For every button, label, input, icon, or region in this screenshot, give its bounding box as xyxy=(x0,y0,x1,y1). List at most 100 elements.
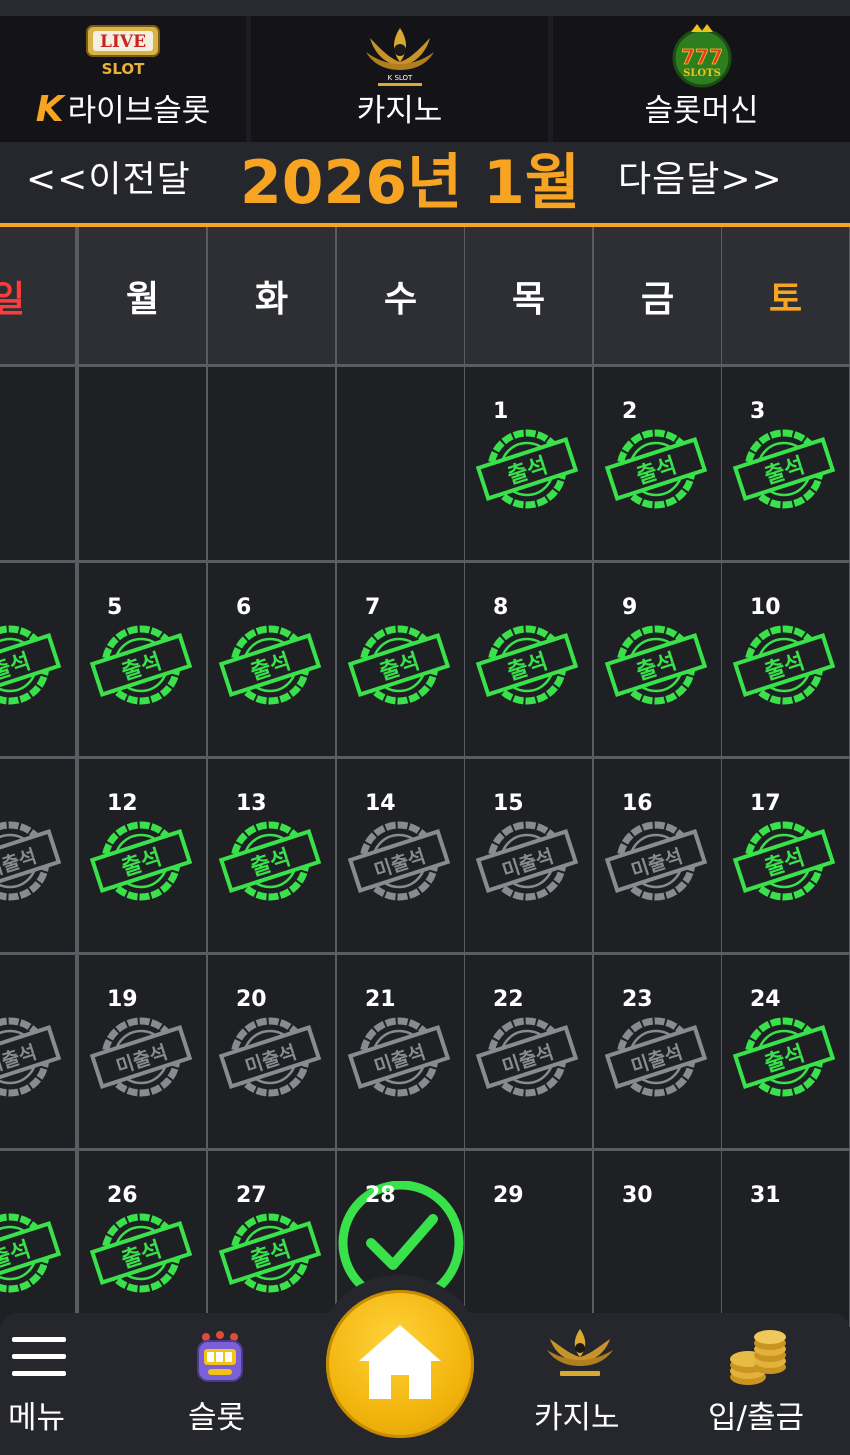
calendar-day-cell[interactable]: 출석25 xyxy=(0,1151,75,1327)
absent-stamp: 미출석 xyxy=(475,1017,579,1097)
day-number: 26 xyxy=(107,1183,138,1208)
attended-stamp: 출석 xyxy=(347,625,451,705)
day-number: 23 xyxy=(622,987,653,1012)
calendar-day-cell[interactable]: 출석 17 xyxy=(722,759,849,952)
absent-stamp: 미출석 xyxy=(0,1017,62,1097)
home-button[interactable] xyxy=(326,1290,474,1438)
day-number: 1 xyxy=(493,399,509,424)
nav-casino-label: 카지노 xyxy=(534,1400,620,1436)
gold-coins-icon xyxy=(726,1327,790,1393)
calendar-day-cell[interactable]: 미출석11 xyxy=(0,759,75,952)
calendar-day-cell[interactable]: 29 xyxy=(465,1151,592,1327)
absent-stamp: 미출석 xyxy=(347,1017,451,1097)
svg-text:K SLOT: K SLOT xyxy=(387,74,412,82)
day-number: 31 xyxy=(750,1183,781,1208)
tab-slot-machine[interactable]: 777 SLOTS 슬롯머신 xyxy=(553,16,850,142)
day-number: 30 xyxy=(622,1183,653,1208)
calendar-day-cell[interactable]: 미출석 16 xyxy=(594,759,721,952)
day-number: 8 xyxy=(493,595,509,620)
prev-month-button[interactable]: <<이전달 xyxy=(26,150,191,202)
attended-stamp: 출석 xyxy=(218,1213,322,1293)
nav-slot[interactable]: 슬롯 xyxy=(178,1313,260,1455)
calendar-day-cell[interactable]: 출석 2 xyxy=(594,367,721,560)
calendar-day-cell[interactable]: 출석 5 xyxy=(79,563,206,756)
calendar-day-cell[interactable]: 미출석 21 xyxy=(337,955,464,1148)
attended-stamp: 출석 xyxy=(604,429,708,509)
status-strip xyxy=(0,0,850,16)
nav-deposit-withdraw[interactable]: 입/출금 xyxy=(706,1313,816,1455)
next-month-button[interactable]: 다음달>> xyxy=(618,150,783,202)
nav-deposit-withdraw-label: 입/출금 xyxy=(708,1400,805,1436)
calendar-day-cell[interactable]: 출석 9 xyxy=(594,563,721,756)
calendar-day-cell[interactable]: 미출석 15 xyxy=(465,759,592,952)
nav-menu-label: 메뉴 xyxy=(8,1400,66,1436)
day-number: 16 xyxy=(622,791,653,816)
calendar-day-cell[interactable]: 출석 10 xyxy=(722,563,849,756)
calendar-day-cell[interactable]: 출석 27 xyxy=(208,1151,335,1327)
calendar-day-cell[interactable]: 출석4 xyxy=(0,563,75,756)
weekday-header: 토 xyxy=(722,227,849,364)
weekday-header: 수 xyxy=(337,227,464,364)
calendar-day-cell[interactable]: 출석 6 xyxy=(208,563,335,756)
day-number: 20 xyxy=(236,987,267,1012)
day-number: 14 xyxy=(365,791,396,816)
calendar-day-cell[interactable]: 출석 12 xyxy=(79,759,206,952)
tab-live-slot[interactable]: LIVE SLOT K 라이브슬롯 xyxy=(0,16,246,142)
attended-stamp: 출석 xyxy=(732,821,836,901)
calendar-day-cell[interactable]: 출석 8 xyxy=(465,563,592,756)
slot-machine-icon xyxy=(194,1331,246,1389)
day-number: 13 xyxy=(236,791,267,816)
game-tabs: LIVE SLOT K 라이브슬롯 K SLOT 카지노 777 SLOTS 슬… xyxy=(0,0,850,142)
calendar-day-cell[interactable]: 미출석 22 xyxy=(465,955,592,1148)
calendar-day-cell[interactable]: 미출석 14 xyxy=(337,759,464,952)
day-number: 15 xyxy=(493,791,524,816)
k-slot-lotus-icon xyxy=(544,1327,616,1383)
calendar-day-cell[interactable]: 미출석 20 xyxy=(208,955,335,1148)
calendar-day-cell[interactable]: 출석 24 xyxy=(722,955,849,1148)
weekday-header: 금 xyxy=(594,227,721,364)
nav-menu[interactable]: 메뉴 xyxy=(0,1313,78,1455)
calendar-day-cell[interactable]: 미출석 23 xyxy=(594,955,721,1148)
absent-stamp: 미출석 xyxy=(604,821,708,901)
weekday-header: 화 xyxy=(208,227,335,364)
attended-stamp: 출석 xyxy=(732,1017,836,1097)
svg-text:SLOTS: SLOTS xyxy=(683,68,721,79)
attended-stamp: 출석 xyxy=(89,821,193,901)
k-slot-lotus-logo: K SLOT xyxy=(362,22,438,92)
svg-text:777: 777 xyxy=(681,45,723,69)
calendar-day-cell[interactable]: 31 xyxy=(722,1151,849,1327)
nav-slot-label: 슬롯 xyxy=(188,1400,246,1436)
calendar-day-cell xyxy=(337,367,464,560)
day-number: 6 xyxy=(236,595,252,620)
live-slot-logo: LIVE SLOT xyxy=(83,22,163,84)
day-number: 27 xyxy=(236,1183,267,1208)
calendar-day-cell[interactable]: 미출석 19 xyxy=(79,955,206,1148)
attended-stamp: 출석 xyxy=(89,1213,193,1293)
calendar-day-cell[interactable]: 출석 26 xyxy=(79,1151,206,1327)
attended-stamp: 출석 xyxy=(0,1213,62,1293)
attended-stamp: 출석 xyxy=(218,625,322,705)
absent-stamp: 미출석 xyxy=(0,821,62,901)
calendar-day-cell[interactable]: 30 xyxy=(594,1151,721,1327)
day-number: 21 xyxy=(365,987,396,1012)
calendar-day-cell[interactable]: 출석 7 xyxy=(337,563,464,756)
day-number: 22 xyxy=(493,987,524,1012)
calendar-day-cell[interactable]: 출석 3 xyxy=(722,367,849,560)
nav-casino[interactable]: 카지노 xyxy=(528,1313,632,1455)
month-title: 2026년 1월 xyxy=(240,148,581,218)
calendar-day-cell[interactable]: 출석 1 xyxy=(465,367,592,560)
calendar-day-cell[interactable]: 출석 13 xyxy=(208,759,335,952)
svg-text:LIVE: LIVE xyxy=(100,32,146,52)
hamburger-menu-icon xyxy=(12,1335,66,1383)
calendar-day-cell[interactable]: 미출석18 xyxy=(0,955,75,1148)
calendar-day-cell xyxy=(208,367,335,560)
day-number: 5 xyxy=(107,595,123,620)
absent-stamp: 미출석 xyxy=(604,1017,708,1097)
day-number: 19 xyxy=(107,987,138,1012)
absent-stamp: 미출석 xyxy=(89,1017,193,1097)
day-number: 24 xyxy=(750,987,781,1012)
weekday-header: 일 xyxy=(0,227,75,364)
tab-casino[interactable]: K SLOT 카지노 xyxy=(251,16,548,142)
attended-stamp: 출석 xyxy=(475,429,579,509)
absent-stamp: 미출석 xyxy=(475,821,579,901)
